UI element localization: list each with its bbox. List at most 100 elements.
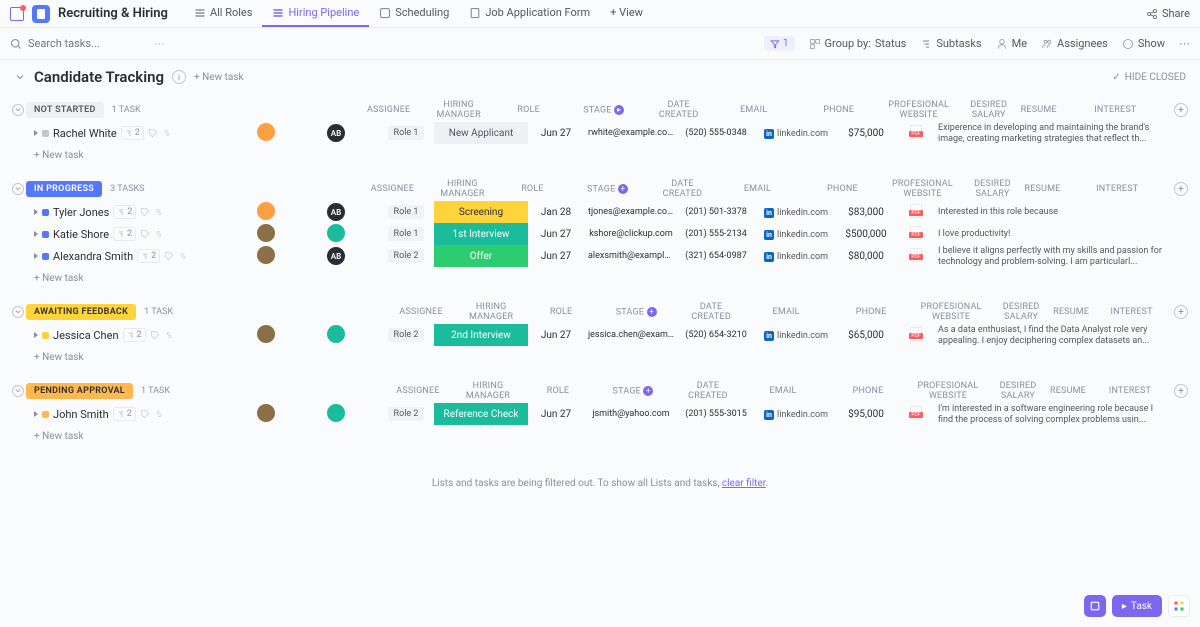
- status-dot[interactable]: [42, 411, 49, 418]
- new-task-header[interactable]: + New task: [194, 72, 244, 83]
- website-link[interactable]: inlinkedin.com: [764, 129, 828, 139]
- collapse-icon[interactable]: [14, 71, 26, 83]
- role-pill[interactable]: Role 2: [388, 249, 425, 263]
- col-header[interactable]: HIRING MANAGER: [451, 300, 531, 324]
- stage-cell[interactable]: 2nd Interview: [434, 324, 528, 346]
- group-by-button[interactable]: Group by: Status: [809, 37, 907, 50]
- col-header[interactable]: DATE CREATED: [649, 98, 709, 122]
- hiring-manager-avatar[interactable]: [327, 325, 345, 343]
- col-header[interactable]: ROLE: [528, 384, 588, 398]
- link-icon[interactable]: [178, 251, 188, 261]
- resume-pdf-icon[interactable]: [910, 204, 922, 218]
- tab-all-roles[interactable]: All Roles: [184, 0, 263, 27]
- col-header[interactable]: EMAIL: [738, 384, 828, 398]
- resume-pdf-icon[interactable]: [910, 327, 922, 341]
- link-icon[interactable]: [162, 128, 172, 138]
- tab-scheduling[interactable]: Scheduling: [369, 0, 459, 27]
- tag-icon[interactable]: [164, 251, 174, 261]
- stage-cell[interactable]: Reference Check: [434, 403, 528, 425]
- hiring-manager-avatar[interactable]: AB: [327, 247, 345, 265]
- col-header[interactable]: PHONE: [799, 103, 879, 117]
- status-pill[interactable]: AWAITING FEEDBACK: [26, 304, 136, 320]
- assignees-button[interactable]: Assignees: [1041, 37, 1108, 50]
- col-header[interactable]: ASSIGNEE: [359, 103, 419, 117]
- col-header[interactable]: HIRING MANAGER: [419, 98, 499, 122]
- tab-application-form[interactable]: Job Application Form: [459, 0, 600, 27]
- col-header[interactable]: RESUME: [1022, 182, 1062, 196]
- add-column-button[interactable]: +: [1174, 103, 1188, 117]
- col-header[interactable]: STAGE +: [562, 182, 652, 197]
- list-icon[interactable]: [32, 5, 50, 23]
- hiring-manager-avatar[interactable]: [327, 224, 345, 242]
- col-header[interactable]: DATE CREATED: [681, 300, 741, 324]
- hiring-manager-avatar[interactable]: AB: [327, 203, 345, 221]
- tag-icon[interactable]: [140, 207, 150, 217]
- col-header[interactable]: STAGE ▸: [559, 103, 649, 118]
- status-dot[interactable]: [42, 231, 49, 238]
- assignee-avatar[interactable]: [257, 123, 275, 141]
- task-row[interactable]: Tyler Jones 2 AB Role 1 Screening Jan 28…: [26, 201, 1192, 223]
- col-header[interactable]: HIRING MANAGER: [448, 379, 528, 403]
- hide-closed-button[interactable]: ✓ HIDE CLOSED: [1112, 72, 1186, 83]
- assignee-avatar[interactable]: [257, 202, 275, 220]
- col-header[interactable]: PROFESIONAL WEBSITE: [908, 379, 988, 403]
- status-dot[interactable]: [42, 209, 49, 216]
- link-icon[interactable]: [154, 229, 164, 239]
- website-link[interactable]: inlinkedin.com: [764, 208, 828, 218]
- expand-icon[interactable]: [34, 209, 38, 215]
- add-column-button[interactable]: +: [1174, 305, 1188, 319]
- col-header[interactable]: INTEREST: [1088, 384, 1172, 398]
- col-header[interactable]: HIRING MANAGER: [422, 177, 502, 201]
- hiring-manager-avatar[interactable]: AB: [327, 124, 345, 142]
- resume-pdf-icon[interactable]: [910, 226, 922, 240]
- status-pill[interactable]: IN PROGRESS: [26, 181, 102, 197]
- add-column-button[interactable]: +: [1174, 384, 1188, 398]
- new-task-button[interactable]: + New task: [26, 425, 1192, 448]
- col-header[interactable]: RESUME: [1051, 305, 1091, 319]
- more-icon[interactable]: ⋯: [1179, 37, 1190, 50]
- subtask-badge[interactable]: 2: [113, 205, 136, 219]
- resume-pdf-icon[interactable]: [910, 406, 922, 420]
- website-link[interactable]: inlinkedin.com: [764, 252, 828, 262]
- search-options-icon[interactable]: ⋯: [154, 37, 165, 50]
- col-header[interactable]: STAGE +: [591, 305, 681, 320]
- col-header[interactable]: DESIRED SALARY: [988, 379, 1048, 403]
- role-pill[interactable]: Role 1: [388, 126, 425, 140]
- tab-hiring-pipeline[interactable]: Hiring Pipeline: [262, 0, 369, 27]
- show-button[interactable]: Show: [1122, 37, 1165, 50]
- col-header[interactable]: RESUME: [1019, 103, 1059, 117]
- expand-icon[interactable]: [34, 253, 38, 259]
- new-task-button[interactable]: + New task: [26, 267, 1192, 290]
- website-link[interactable]: inlinkedin.com: [764, 331, 828, 341]
- group-toggle[interactable]: [12, 183, 24, 195]
- assignee-avatar[interactable]: [257, 246, 275, 264]
- fab-task-button[interactable]: ▸ Task: [1112, 595, 1162, 617]
- status-pill[interactable]: PENDING APPROVAL: [26, 383, 133, 399]
- col-header[interactable]: DATE CREATED: [678, 379, 738, 403]
- col-header[interactable]: DATE CREATED: [652, 177, 712, 201]
- resume-pdf-icon[interactable]: [910, 125, 922, 139]
- group-toggle[interactable]: [12, 385, 24, 397]
- link-icon[interactable]: [164, 330, 174, 340]
- assignee-avatar[interactable]: [257, 224, 275, 242]
- task-row[interactable]: John Smith 2 Role 2 Reference Check Jun …: [26, 403, 1192, 425]
- status-pill[interactable]: NOT STARTED: [26, 102, 104, 118]
- col-header[interactable]: EMAIL: [712, 182, 802, 196]
- role-pill[interactable]: Role 2: [388, 328, 425, 342]
- col-header[interactable]: ASSIGNEE: [391, 305, 451, 319]
- col-header[interactable]: DESIRED SALARY: [959, 98, 1019, 122]
- col-header[interactable]: ROLE: [499, 103, 559, 117]
- col-header[interactable]: PHONE: [802, 182, 882, 196]
- stage-cell[interactable]: Offer: [434, 245, 528, 267]
- assignee-avatar[interactable]: [257, 325, 275, 343]
- col-header[interactable]: RESUME: [1048, 384, 1088, 398]
- resume-pdf-icon[interactable]: [910, 248, 922, 262]
- hiring-manager-avatar[interactable]: [327, 404, 345, 422]
- subtask-badge[interactable]: 2: [113, 407, 136, 421]
- link-icon[interactable]: [154, 409, 164, 419]
- new-task-button[interactable]: + New task: [26, 144, 1192, 167]
- stage-cell[interactable]: New Applicant: [434, 122, 528, 144]
- col-header[interactable]: PHONE: [831, 305, 911, 319]
- group-toggle[interactable]: [12, 306, 24, 318]
- new-task-button[interactable]: + New task: [26, 346, 1192, 369]
